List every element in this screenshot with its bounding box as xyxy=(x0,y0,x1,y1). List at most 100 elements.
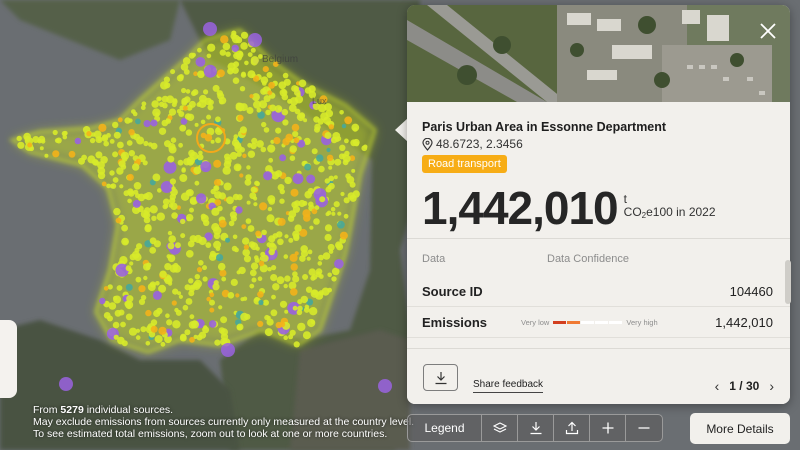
emission-source-dot[interactable] xyxy=(335,137,340,142)
emission-source-dot[interactable] xyxy=(258,100,268,109)
emission-source-dot[interactable] xyxy=(363,144,368,149)
emission-source-dot[interactable] xyxy=(133,189,139,195)
emission-source-dot[interactable] xyxy=(177,291,182,296)
emission-source-dot[interactable] xyxy=(179,124,187,132)
emission-source-dot[interactable] xyxy=(164,140,171,148)
emission-source-dot[interactable] xyxy=(200,161,212,173)
emission-source-dot[interactable] xyxy=(180,218,186,225)
emission-source-dot[interactable] xyxy=(328,165,333,170)
emission-source-dot[interactable] xyxy=(266,72,273,78)
emission-source-dot[interactable] xyxy=(235,206,243,214)
emission-source-dot[interactable] xyxy=(344,150,350,157)
close-button[interactable] xyxy=(756,19,780,43)
emission-source-dot[interactable] xyxy=(213,280,219,286)
emission-source-dot[interactable] xyxy=(321,287,330,296)
emission-source-dot[interactable] xyxy=(282,119,289,126)
emission-source-dot[interactable] xyxy=(277,238,284,246)
emission-source-dot[interactable] xyxy=(242,237,250,245)
emission-source-dot[interactable] xyxy=(95,151,103,159)
emission-source-dot[interactable] xyxy=(24,135,31,143)
emission-source-dot[interactable] xyxy=(270,274,278,282)
emission-source-dot[interactable] xyxy=(150,325,158,333)
emission-source-dot[interactable] xyxy=(121,224,128,232)
emission-source-dot[interactable] xyxy=(325,186,332,193)
emission-source-dot[interactable] xyxy=(101,181,107,187)
emission-source-dot[interactable] xyxy=(316,154,324,162)
emission-source-dot[interactable] xyxy=(157,188,162,193)
emission-source-dot[interactable] xyxy=(284,234,289,239)
emission-source-dot[interactable] xyxy=(275,170,283,178)
emission-source-dot[interactable] xyxy=(225,237,231,243)
emission-source-dot[interactable] xyxy=(194,180,200,186)
emission-source-dot[interactable] xyxy=(108,302,117,310)
emission-source-dot[interactable] xyxy=(213,159,222,168)
emission-source-dot[interactable] xyxy=(292,305,298,311)
share-feedback-link[interactable]: Share feedback xyxy=(473,379,544,393)
emission-source-dot[interactable] xyxy=(247,225,255,232)
emission-source-dot[interactable] xyxy=(151,100,159,108)
emission-source-dot[interactable] xyxy=(239,147,245,153)
emission-source-dot[interactable] xyxy=(309,225,314,230)
emission-source-dot[interactable] xyxy=(141,101,147,107)
emission-source-dot[interactable] xyxy=(326,147,331,153)
card-scrollbar[interactable] xyxy=(785,260,791,304)
emission-source-dot[interactable] xyxy=(325,212,330,217)
emission-source-dot[interactable] xyxy=(240,297,245,302)
emission-source-dot[interactable] xyxy=(346,176,355,184)
emission-source-dot[interactable] xyxy=(202,276,208,282)
emission-source-dot[interactable] xyxy=(284,275,291,282)
emission-source-dot[interactable] xyxy=(261,229,267,236)
emission-source-dot[interactable] xyxy=(191,320,198,326)
emission-source-dot[interactable] xyxy=(281,89,287,95)
emission-source-dot[interactable] xyxy=(261,121,267,128)
emission-source-dot[interactable] xyxy=(240,312,249,321)
emission-source-dot[interactable] xyxy=(138,285,146,293)
emission-source-dot[interactable] xyxy=(132,163,140,171)
emission-source-dot[interactable] xyxy=(159,270,167,278)
emission-source-dot[interactable] xyxy=(290,188,299,197)
emission-source-dot[interactable] xyxy=(125,313,133,321)
emission-source-dot[interactable] xyxy=(263,127,270,133)
emission-source-dot[interactable] xyxy=(109,170,115,176)
emission-source-dot[interactable] xyxy=(63,130,68,136)
emission-source-dot[interactable] xyxy=(300,245,309,253)
emission-source-dot[interactable] xyxy=(283,78,291,86)
emission-source-dot[interactable] xyxy=(300,295,308,304)
emission-source-dot[interactable] xyxy=(268,81,275,89)
emission-source-dot[interactable] xyxy=(167,155,175,163)
emission-source-dot[interactable] xyxy=(267,90,273,96)
emission-source-dot[interactable] xyxy=(317,261,323,266)
emission-source-dot[interactable] xyxy=(211,223,220,232)
emission-source-dot[interactable] xyxy=(267,195,276,204)
emission-source-dot[interactable] xyxy=(247,150,256,158)
emission-source-dot[interactable] xyxy=(197,70,205,79)
emission-source-dot[interactable] xyxy=(260,88,267,95)
emission-source-dot[interactable] xyxy=(128,150,135,157)
emission-source-dot[interactable] xyxy=(123,190,130,197)
emission-source-dot[interactable] xyxy=(272,283,280,291)
emission-source-dot[interactable] xyxy=(263,171,273,181)
emission-source-dot[interactable] xyxy=(324,233,332,242)
data-table[interactable]: Data Data Confidence Source ID 104460 Emis… xyxy=(407,238,790,348)
emission-source-dot[interactable] xyxy=(283,254,289,259)
emission-source-dot[interactable] xyxy=(166,319,173,326)
emission-source-dot[interactable] xyxy=(158,127,167,135)
emission-source-dot[interactable] xyxy=(326,154,334,161)
emission-source-dot[interactable] xyxy=(102,134,108,141)
emission-source-dot[interactable] xyxy=(119,256,128,265)
emission-source-dot[interactable] xyxy=(290,288,298,296)
emission-source-dot[interactable] xyxy=(202,265,207,271)
emission-source-dot[interactable] xyxy=(198,331,207,339)
emission-source-dot[interactable] xyxy=(354,141,360,147)
emission-source-dot[interactable] xyxy=(103,140,109,147)
emission-source-dot[interactable] xyxy=(181,167,186,172)
emission-source-dot[interactable] xyxy=(208,253,217,261)
emission-source-dot[interactable] xyxy=(125,265,132,272)
emission-source-dot[interactable] xyxy=(327,272,333,278)
emission-source-dot[interactable] xyxy=(143,120,151,128)
emission-source-dot[interactable] xyxy=(133,133,141,141)
emission-source-dot[interactable] xyxy=(167,242,175,250)
emission-source-dot[interactable] xyxy=(340,191,345,197)
emission-source-dot[interactable] xyxy=(119,184,124,189)
emission-source-dot[interactable] xyxy=(172,98,178,104)
